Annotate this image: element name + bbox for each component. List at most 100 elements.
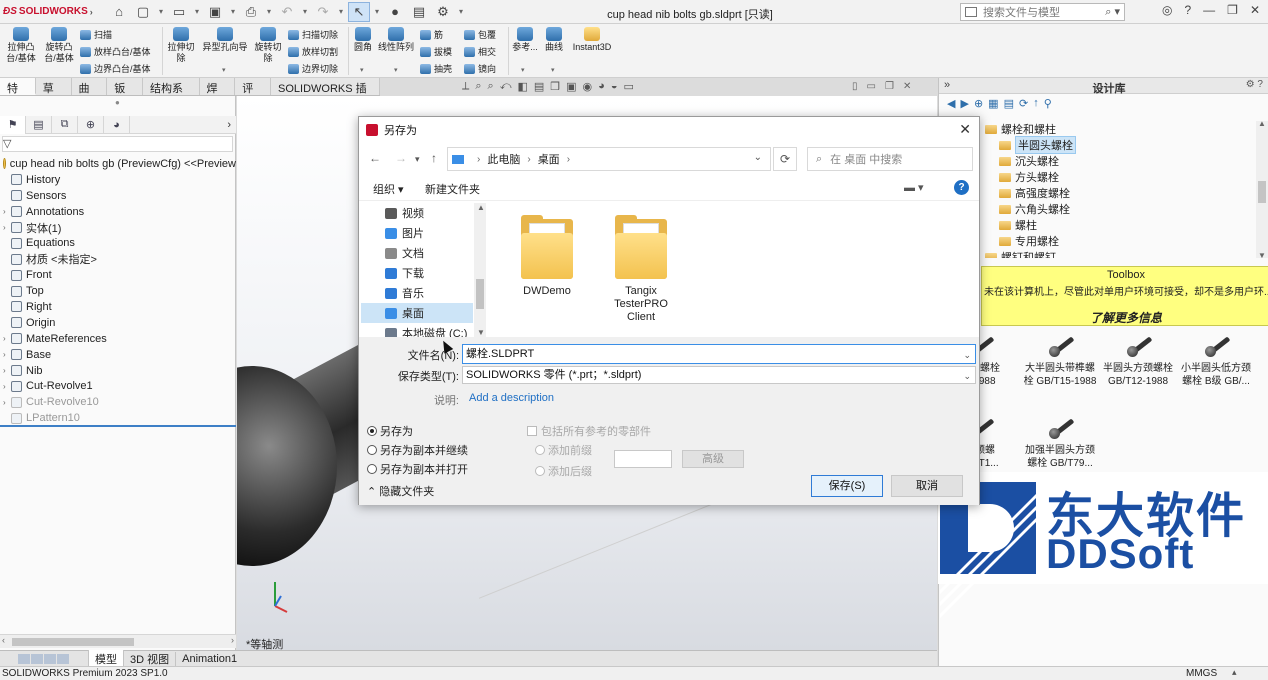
- add-description-link[interactable]: Add a description: [469, 392, 554, 404]
- dimxpert-tab-icon[interactable]: ⊕: [78, 115, 104, 134]
- chevron-down-icon[interactable]: ▾: [222, 66, 226, 74]
- nav-item-desktop[interactable]: 桌面: [361, 303, 473, 323]
- view-orientation-cube-icon[interactable]: ❒: [550, 80, 560, 93]
- library-item[interactable]: 专用螺栓: [985, 233, 1255, 249]
- radio-button[interactable]: [367, 445, 377, 455]
- extrude-cut-button[interactable]: 拉伸切 除: [166, 27, 196, 64]
- filter-icon[interactable]: ▽: [3, 137, 11, 150]
- chevron-down-icon[interactable]: ▾: [228, 2, 238, 22]
- file-properties-icon[interactable]: ▤: [408, 2, 430, 22]
- folder-item-dwdemo[interactable]: DWDemo: [507, 215, 587, 298]
- change-view-icon[interactable]: ▬ ▾: [904, 181, 924, 194]
- tree-item-cut-revolve10[interactable]: › Cut-Revolve10: [0, 394, 236, 410]
- traffic-light-icon[interactable]: ●: [384, 2, 406, 22]
- next-tab-icon[interactable]: [44, 653, 56, 664]
- library-item[interactable]: 螺栓和螺柱: [985, 121, 1255, 137]
- library-item[interactable]: 螺钉和螺钉: [985, 249, 1255, 258]
- scroll-up-icon[interactable]: ▲: [477, 203, 485, 212]
- tree-item-equations[interactable]: Equations: [0, 235, 236, 251]
- previous-view-icon[interactable]: ⤺: [500, 80, 512, 93]
- expand-arrow-icon[interactable]: ›: [3, 223, 11, 232]
- linear-pattern-button[interactable]: 线性阵列: [376, 27, 416, 53]
- display-style-icon[interactable]: ▣: [566, 80, 576, 93]
- tree-item-cut-revolve1[interactable]: › Cut-Revolve1: [0, 378, 236, 394]
- address-dropdown-icon[interactable]: ⌄: [754, 152, 762, 163]
- up-level-icon[interactable]: ↑: [1033, 97, 1039, 110]
- revolve-cut-button[interactable]: 旋转切 除: [252, 27, 284, 64]
- fillet-button[interactable]: 圆角: [352, 27, 374, 53]
- help-icon[interactable]: ?: [1184, 3, 1191, 17]
- tab-addins[interactable]: SOLIDWORKS 插件: [271, 78, 380, 111]
- expand-arrow-icon[interactable]: ›: [3, 398, 11, 407]
- tab-structure-system[interactable]: 结构系统: [143, 78, 200, 111]
- nav-item-documents[interactable]: 文档: [385, 243, 477, 263]
- prefix-suffix-input[interactable]: [614, 450, 672, 468]
- tree-item-top-plane[interactable]: Top: [0, 283, 236, 299]
- navigation-pane-scrollbar[interactable]: ▲ ▼: [474, 203, 486, 337]
- close-icon[interactable]: ✕: [959, 121, 971, 138]
- curves-button[interactable]: 曲线: [542, 27, 566, 53]
- chevron-down-icon[interactable]: ▾: [372, 2, 382, 22]
- tree-root[interactable]: cup head nib bolts gb (PreviewCfg) <<Pre…: [0, 156, 236, 172]
- restore-icon[interactable]: ❐: [1227, 3, 1238, 17]
- tree-item-front-plane[interactable]: Front: [0, 267, 236, 283]
- scroll-thumb[interactable]: [476, 279, 484, 309]
- display-manager-tab-icon[interactable]: ◕: [104, 115, 130, 134]
- tree-item-origin[interactable]: Origin: [0, 315, 236, 331]
- collapse-pane-icon[interactable]: »: [944, 79, 950, 91]
- feature-manager-tab-icon[interactable]: ⚑: [0, 115, 26, 134]
- view-orientation-icon[interactable]: ⟂: [462, 80, 469, 93]
- expand-arrow-icon[interactable]: ›: [3, 350, 11, 359]
- chevron-down-icon[interactable]: ▾: [300, 2, 310, 22]
- horizontal-scrollbar[interactable]: ‹ ›: [0, 634, 236, 648]
- back-icon[interactable]: ◀: [947, 97, 955, 110]
- filetype-select[interactable]: SOLIDWORKS 零件 (*.prt；*.sldprt) ⌄: [462, 366, 976, 384]
- reference-geometry-button[interactable]: 参考...: [511, 27, 539, 53]
- property-manager-tab-icon[interactable]: ▤: [26, 115, 52, 134]
- tab-sketch[interactable]: 草图: [36, 78, 72, 111]
- gear-icon[interactable]: ⚙: [432, 2, 454, 22]
- hole-wizard-button[interactable]: 异型孔向导: [200, 27, 250, 53]
- checkbox[interactable]: [527, 426, 537, 436]
- open-folder-icon[interactable]: ▭: [168, 2, 190, 22]
- dynamic-annotation-icon[interactable]: ▤: [534, 80, 544, 93]
- tree-item-nib[interactable]: › Nib: [0, 363, 236, 379]
- cancel-button[interactable]: 取消: [891, 475, 963, 497]
- unit-system[interactable]: MMGS: [1186, 668, 1217, 679]
- chevron-down-icon[interactable]: ▾: [394, 66, 398, 74]
- chevron-down-icon[interactable]: ⌄: [963, 368, 971, 384]
- part-thumbnail[interactable]: 加强半圆头方颈 螺栓 GB/T79...: [1021, 418, 1099, 470]
- zoom-to-fit-icon[interactable]: ⌕: [475, 80, 481, 93]
- view-settings-icon[interactable]: ▭: [623, 80, 633, 93]
- breadcrumb-chevron-icon[interactable]: ›: [527, 154, 530, 165]
- tree-item-sensors[interactable]: Sensors: [0, 188, 236, 204]
- sweep-button[interactable]: 扫描: [80, 28, 112, 41]
- extrude-boss-button[interactable]: 拉伸凸 台/基体: [6, 27, 36, 64]
- expand-arrow-icon[interactable]: ›: [3, 207, 11, 216]
- tree-item-lpattern10[interactable]: LPattern10: [0, 410, 236, 426]
- instant3d-button[interactable]: Instant3D: [570, 27, 614, 53]
- library-item[interactable]: 方头螺栓: [985, 169, 1255, 185]
- close-doc-icon[interactable]: ✕: [903, 81, 911, 92]
- radio-save-copy-continue[interactable]: 另存为副本并继续: [367, 442, 468, 458]
- expand-arrow-icon[interactable]: ›: [3, 366, 11, 375]
- select-arrow-icon[interactable]: ↖: [348, 1, 370, 22]
- forward-arrow-icon[interactable]: →: [395, 151, 407, 165]
- library-item[interactable]: 沉头螺栓: [985, 153, 1255, 169]
- new-document-icon[interactable]: ▢: [132, 2, 154, 22]
- nav-item-music[interactable]: 音乐: [385, 283, 477, 303]
- home-icon[interactable]: ⌂: [108, 2, 130, 22]
- part-thumbnail[interactable]: 大半圆头带榫螺栓 GB/T15-1988: [1021, 336, 1099, 388]
- address-bar[interactable]: › 此电脑 › 桌面 › ⌄: [447, 147, 771, 171]
- part-thumbnail[interactable]: 小半圆头低方颈 螺栓 B级 GB/...: [1177, 336, 1255, 388]
- scroll-thumb[interactable]: [1258, 181, 1266, 203]
- recent-locations-icon[interactable]: ▾: [415, 154, 420, 165]
- tree-item-material[interactable]: 材质 <未指定>: [0, 251, 236, 267]
- radio-save-copy-open[interactable]: 另存为副本并打开: [367, 461, 468, 477]
- toolbox-pin-icon[interactable]: ⚲: [1044, 97, 1052, 110]
- tree-item-history[interactable]: History: [0, 172, 236, 188]
- prev-tab-icon[interactable]: [31, 653, 43, 664]
- tree-item-annotations[interactable]: › Annotations: [0, 204, 236, 220]
- part-thumbnail[interactable]: 半圆头方颈螺栓 GB/T12-1988: [1099, 336, 1177, 388]
- tab-weldments[interactable]: 焊件: [200, 78, 236, 111]
